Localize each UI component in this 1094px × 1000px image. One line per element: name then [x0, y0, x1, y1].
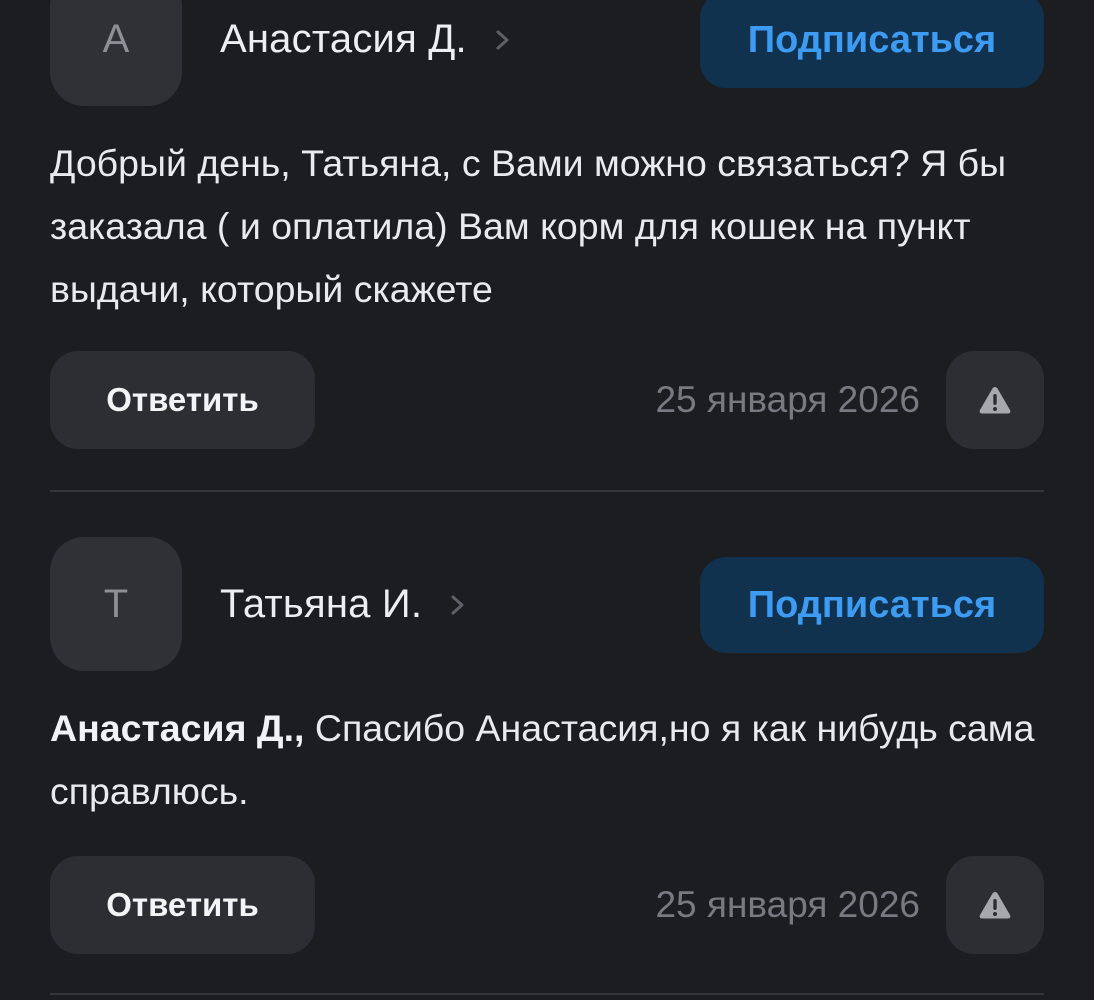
report-button[interactable] [946, 856, 1044, 954]
avatar[interactable]: А [50, 0, 182, 106]
divider [50, 490, 1044, 492]
mention[interactable]: Анастасия Д., [50, 707, 304, 749]
comment-date: 25 января 2026 [655, 379, 920, 420]
comment-item: Т Татьяна И. Подписаться Анастасия Д., С… [50, 537, 1044, 954]
comments-page: А Анастасия Д. Подписаться Добрый день, … [0, 0, 1094, 1000]
comment-header: А Анастасия Д. Подписаться [50, 0, 1044, 106]
comment-item: А Анастасия Д. Подписаться Добрый день, … [50, 0, 1044, 449]
follow-button[interactable]: Подписаться [700, 557, 1044, 653]
warning-icon [979, 892, 1011, 919]
comment-footer: Ответить 25 января 2026 [50, 351, 1044, 449]
avatar[interactable]: Т [50, 537, 182, 671]
follow-button[interactable]: Подписаться [700, 0, 1044, 88]
comment-date: 25 января 2026 [655, 884, 920, 925]
comment-body: Добрый день, Татьяна, с Вами можно связа… [50, 142, 1007, 310]
comment-text: Добрый день, Татьяна, с Вами можно связа… [50, 132, 1044, 321]
reply-button[interactable]: Ответить [50, 351, 315, 449]
comment-text: Анастасия Д., Спасибо Анастасия,но я как… [50, 697, 1044, 823]
chevron-right-icon [451, 595, 464, 614]
author-link[interactable]: Татьяна И. [220, 582, 466, 627]
comment-footer: Ответить 25 января 2026 [50, 856, 1044, 954]
chevron-right-icon [496, 30, 509, 49]
divider [50, 993, 1044, 995]
reply-button[interactable]: Ответить [50, 856, 315, 954]
author-name: Анастасия Д. [220, 17, 467, 61]
comment-header: Т Татьяна И. Подписаться [50, 537, 1044, 671]
author-name: Татьяна И. [220, 582, 423, 626]
warning-icon [979, 387, 1011, 414]
report-button[interactable] [946, 351, 1044, 449]
author-link[interactable]: Анастасия Д. [220, 17, 511, 62]
